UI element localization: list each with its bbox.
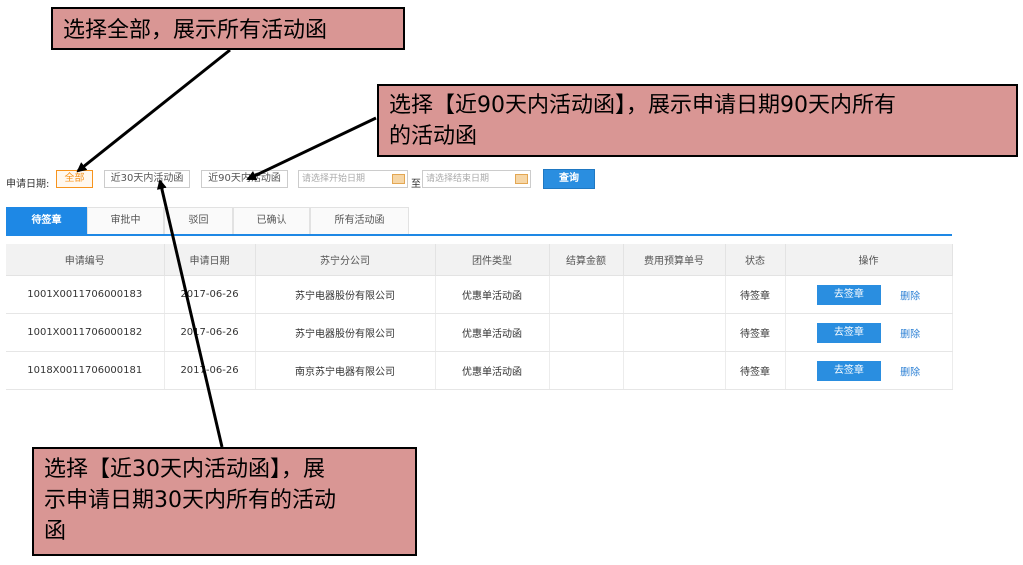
status-text: 待签章 [725,351,786,390]
actions-cell: 去签章 删除 [785,313,953,352]
callout-text: 的活动函 [389,124,478,149]
calendar-icon[interactable] [392,174,405,184]
table-header-row: 申请编号 申请日期 苏宁分公司 团件类型 结算金额 费用预算单号 状态 操作 [6,244,953,276]
activity-letter-table: 申请编号 申请日期 苏宁分公司 团件类型 结算金额 费用预算单号 状态 操作 1… [6,244,953,390]
column-header: 结算金额 [549,244,624,276]
delete-link[interactable]: 删除 [900,329,920,340]
budget-number [623,351,726,390]
callout-text: 示申请日期30天内所有的活动 [44,488,336,513]
table-row: 1018X0011706000181 2017-06-26 南京苏宁电器有限公司… [6,351,953,390]
arrow-to-all-button [76,48,231,173]
delete-link[interactable]: 删除 [900,291,920,302]
end-date-placeholder: 请选择结束日期 [426,174,490,184]
actions-cell: 去签章 删除 [785,351,953,390]
go-sign-button[interactable]: 去签章 [816,360,881,381]
column-header: 申请编号 [6,244,165,276]
column-header: 操作 [785,244,953,276]
column-header: 申请日期 [164,244,256,276]
application-date: 2017-06-26 [164,275,256,314]
budget-number [623,275,726,314]
status-text: 待签章 [725,313,786,352]
tab-rejected[interactable]: 驳回 [164,207,233,235]
application-id: 1001X0011706000183 [6,275,165,314]
filter-90-days-button[interactable]: 近90天内活动函 [201,170,288,188]
letter-type: 优惠单活动函 [435,351,550,390]
settlement-amount [549,351,624,390]
settlement-amount [549,313,624,352]
delete-link[interactable]: 删除 [900,367,920,378]
application-date: 2017-06-26 [164,313,256,352]
application-date: 2017-06-26 [164,351,256,390]
settlement-amount [549,275,624,314]
filter-all-button[interactable]: 全部 [56,170,93,188]
application-id: 1001X0011706000182 [6,313,165,352]
letter-type: 优惠单活动函 [435,313,550,352]
status-text: 待签章 [725,275,786,314]
callout-select-90-days: 选择【近90天内活动函】，展示申请日期90天内所有 的活动函 [377,84,1018,157]
status-tabs: 待签章 审批中 驳回 已确认 所有活动函 [6,207,952,237]
callout-text: 选择【近90天内活动函】，展示申请日期90天内所有 [389,93,896,118]
callout-text: 选择【近30天内活动函】，展 [44,457,325,482]
branch-company: 苏宁电器股份有限公司 [255,275,436,314]
tab-underline [6,234,952,236]
tab-all-letters[interactable]: 所有活动函 [310,207,409,235]
budget-number [623,313,726,352]
branch-company: 苏宁电器股份有限公司 [255,313,436,352]
column-header: 费用预算单号 [623,244,726,276]
start-date-input[interactable]: 请选择开始日期 [298,170,408,188]
branch-company: 南京苏宁电器有限公司 [255,351,436,390]
table-row: 1001X0011706000183 2017-06-26 苏宁电器股份有限公司… [6,275,953,314]
table-row: 1001X0011706000182 2017-06-26 苏宁电器股份有限公司… [6,313,953,352]
apply-date-label: 申请日期: [6,179,50,190]
tab-pending-sign[interactable]: 待签章 [6,207,87,235]
go-sign-button[interactable]: 去签章 [816,322,881,343]
tab-in-approval[interactable]: 审批中 [87,207,164,235]
letter-type: 优惠单活动函 [435,275,550,314]
callout-select-30-days: 选择【近30天内活动函】，展 示申请日期30天内所有的活动 函 [32,447,417,556]
tab-confirmed[interactable]: 已确认 [233,207,310,235]
application-id: 1018X0011706000181 [6,351,165,390]
column-header: 团件类型 [435,244,550,276]
column-header: 状态 [725,244,786,276]
callout-select-all: 选择全部，展示所有活动函 [51,7,405,50]
start-date-placeholder: 请选择开始日期 [302,174,366,184]
date-range-separator: 至 [411,179,421,190]
calendar-icon[interactable] [515,174,528,184]
callout-text: 选择全部，展示所有活动函 [63,18,328,43]
filter-30-days-button[interactable]: 近30天内活动函 [104,170,190,188]
callout-text: 函 [44,519,67,544]
column-header: 苏宁分公司 [255,244,436,276]
actions-cell: 去签章 删除 [785,275,953,314]
end-date-input[interactable]: 请选择结束日期 [422,170,531,188]
go-sign-button[interactable]: 去签章 [816,284,881,305]
query-button[interactable]: 查询 [543,169,595,189]
